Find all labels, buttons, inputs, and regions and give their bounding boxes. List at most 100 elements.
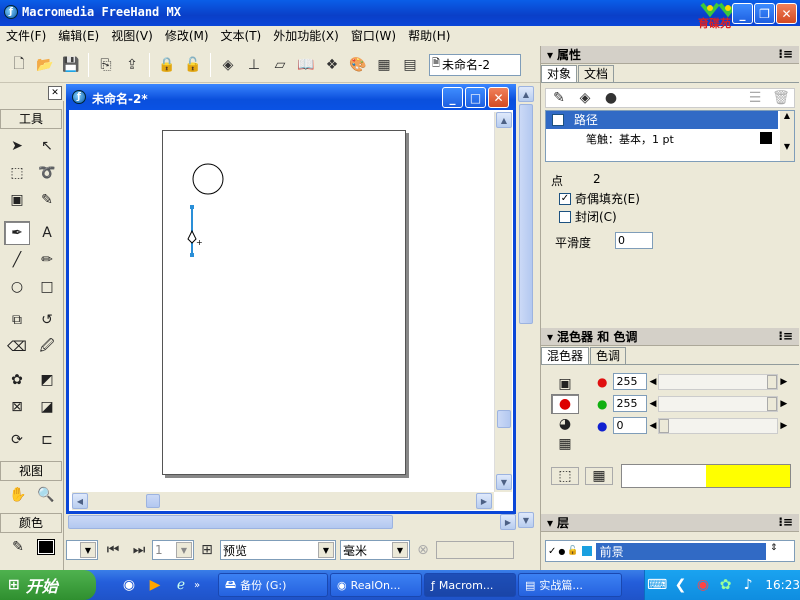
quick-launch-more-icon[interactable]: »	[194, 580, 200, 591]
flatness-input[interactable]: 0	[615, 232, 653, 249]
new-file-icon[interactable]: 🗋	[8, 54, 30, 76]
cmyk-mode-icon[interactable]: ▣	[551, 374, 579, 394]
document-app-icon[interactable]: ƒ	[72, 90, 86, 104]
open-folder-icon[interactable]: 📂	[34, 54, 56, 76]
tray-back-icon[interactable]: ❮	[671, 574, 690, 596]
stroke-color-swatch[interactable]	[760, 132, 772, 144]
collapse-icon[interactable]: ▾	[547, 330, 553, 344]
doc-maximize-button[interactable]: □	[465, 87, 486, 108]
app-scroll-right-icon[interactable]: ▶	[500, 514, 516, 530]
red-dec-icon[interactable]: ◀	[649, 377, 656, 387]
unlock-icon[interactable]: 🔓	[182, 54, 204, 76]
add-effect-icon[interactable]: ●	[600, 87, 622, 109]
green-inc-icon[interactable]: ▶	[780, 399, 787, 409]
task-realone[interactable]: ◉ RealOn...	[330, 573, 422, 597]
doc-close-button[interactable]: ✕	[488, 87, 509, 108]
eraser-tool-icon[interactable]: ⌫	[4, 335, 30, 359]
lock-icon[interactable]: 🔒	[156, 54, 178, 76]
tab-document[interactable]: 文档	[578, 65, 615, 82]
app-vertical-scrollbar[interactable]: ▲ ▼	[518, 84, 534, 530]
evenodd-checkbox[interactable]: ✓	[559, 192, 571, 205]
cancel-render-icon[interactable]: ⊗	[412, 539, 434, 561]
link-tool-icon[interactable]: ⟳	[4, 428, 30, 452]
blend-tool-icon[interactable]: ⊠	[4, 395, 30, 419]
tab-tints[interactable]: 色调	[590, 347, 627, 364]
app-hscroll-thumb[interactable]	[68, 515, 393, 529]
menu-xtras[interactable]: 外加功能(X)	[267, 26, 345, 46]
save-icon[interactable]: 💾	[60, 54, 82, 76]
tree-item-stroke[interactable]: 笔触：基本，1 pt	[586, 131, 674, 147]
app-horizontal-scrollbar[interactable]: ▶	[66, 514, 518, 530]
tree-item-path[interactable]: 路径	[546, 111, 778, 129]
scroll-up-icon[interactable]: ▲	[496, 112, 512, 128]
properties-title-bar[interactable]: ▾ 属性 ⁝≡	[541, 46, 799, 64]
blue-inc-icon[interactable]: ▶	[780, 421, 787, 431]
import-icon[interactable]: ⎘	[95, 54, 117, 76]
media-player-icon[interactable]: ▶	[144, 574, 166, 596]
system-color-icon[interactable]: ▦	[551, 434, 579, 454]
layers-icon[interactable]: ▤	[399, 54, 421, 76]
path-checkbox[interactable]	[552, 114, 564, 126]
layers-title-bar[interactable]: ▾ 层 ⁝≡	[541, 514, 799, 532]
app-scroll-up-icon[interactable]: ▲	[518, 86, 534, 102]
freehand-app-icon[interactable]: ƒ	[4, 5, 18, 19]
doc-hscroll-thumb[interactable]	[146, 494, 160, 508]
tree-scroll-down-icon[interactable]: ▼	[780, 142, 794, 151]
menu-modify[interactable]: 修改(M)	[159, 26, 215, 46]
zoom-tool-icon[interactable]: 🔍	[33, 483, 59, 507]
hls-mode-icon[interactable]: ◕	[551, 414, 579, 434]
blue-dec-icon[interactable]: ◀	[649, 421, 656, 431]
blue-slider-thumb[interactable]	[659, 418, 670, 433]
delete-item-icon[interactable]: 🗑	[770, 87, 792, 109]
prev-page-icon[interactable]: ⏮	[102, 539, 124, 561]
green-slider-thumb[interactable]	[767, 396, 778, 411]
tray-app-icon[interactable]: ✿	[716, 574, 735, 596]
color-palette-icon[interactable]: 🎨	[347, 54, 369, 76]
duplicate-item-icon[interactable]: ☰	[744, 87, 766, 109]
text-tool-icon[interactable]: A	[34, 221, 60, 245]
red-slider[interactable]	[658, 373, 779, 390]
knife-tool-icon[interactable]: 🖉	[34, 335, 60, 359]
line-tool-icon[interactable]: ╱	[4, 248, 30, 272]
symbols-icon[interactable]: ❖	[321, 54, 343, 76]
realone-quick-icon[interactable]: ◉	[118, 574, 140, 596]
export-icon[interactable]: ⇪	[121, 54, 143, 76]
units-combo[interactable]: 毫米 ▼	[340, 540, 410, 560]
pointer-tool-icon[interactable]: ➤	[4, 134, 30, 158]
closed-checkbox[interactable]	[559, 210, 571, 223]
table-icon[interactable]: ▦	[373, 54, 395, 76]
path-point-bottom[interactable]	[190, 253, 194, 257]
rectangle-tool-icon[interactable]: □	[34, 275, 60, 299]
group-icon[interactable]: ◈	[217, 54, 239, 76]
menu-view[interactable]: 视图(V)	[105, 26, 159, 46]
tree-scrollbar[interactable]: ▲ ▼	[780, 111, 794, 161]
layer-color-swatch[interactable]	[581, 546, 592, 556]
subselect-tool-icon[interactable]: ↖	[34, 134, 60, 158]
rgb-mode-icon[interactable]: ●	[551, 394, 579, 414]
display-mode-combo[interactable]: 预览 ▼	[220, 540, 336, 560]
spray-tool-icon[interactable]: ✿	[4, 368, 30, 392]
ellipse-tool-icon[interactable]: ○	[4, 275, 30, 299]
green-dec-icon[interactable]: ◀	[649, 399, 656, 409]
add-to-tints-icon[interactable]: ▦	[585, 467, 613, 485]
green-slider[interactable]	[658, 395, 779, 412]
lasso-tool-icon[interactable]: ➰	[34, 161, 60, 185]
scroll-down-icon[interactable]: ▼	[496, 474, 512, 490]
add-stroke-icon[interactable]: ✎	[548, 87, 570, 109]
minimize-button[interactable]: _	[732, 3, 753, 24]
menu-window[interactable]: 窗口(W)	[345, 26, 402, 46]
volume-icon[interactable]: ♪	[739, 574, 758, 596]
add-page-icon[interactable]: ⊞	[196, 539, 218, 561]
add-to-swatches-icon[interactable]: ⬚	[551, 467, 579, 485]
app-vscroll-thumb[interactable]	[519, 104, 533, 324]
path-point-top[interactable]	[190, 205, 194, 209]
tree-scroll-up-icon[interactable]: ▲	[780, 111, 794, 120]
pencil-tool-icon[interactable]: ✏	[34, 248, 60, 272]
closed-option[interactable]: 封闭(C)	[559, 208, 617, 225]
layer-row[interactable]: ✓ ● 🔓 前景	[546, 542, 778, 560]
tab-object[interactable]: 对象	[541, 65, 578, 82]
freeform-tool-icon[interactable]: ↺	[34, 308, 60, 332]
layer-name[interactable]: 前景	[595, 542, 766, 560]
doc-vscroll-thumb[interactable]	[497, 410, 511, 428]
scroll-right-icon[interactable]: ▶	[476, 493, 492, 509]
